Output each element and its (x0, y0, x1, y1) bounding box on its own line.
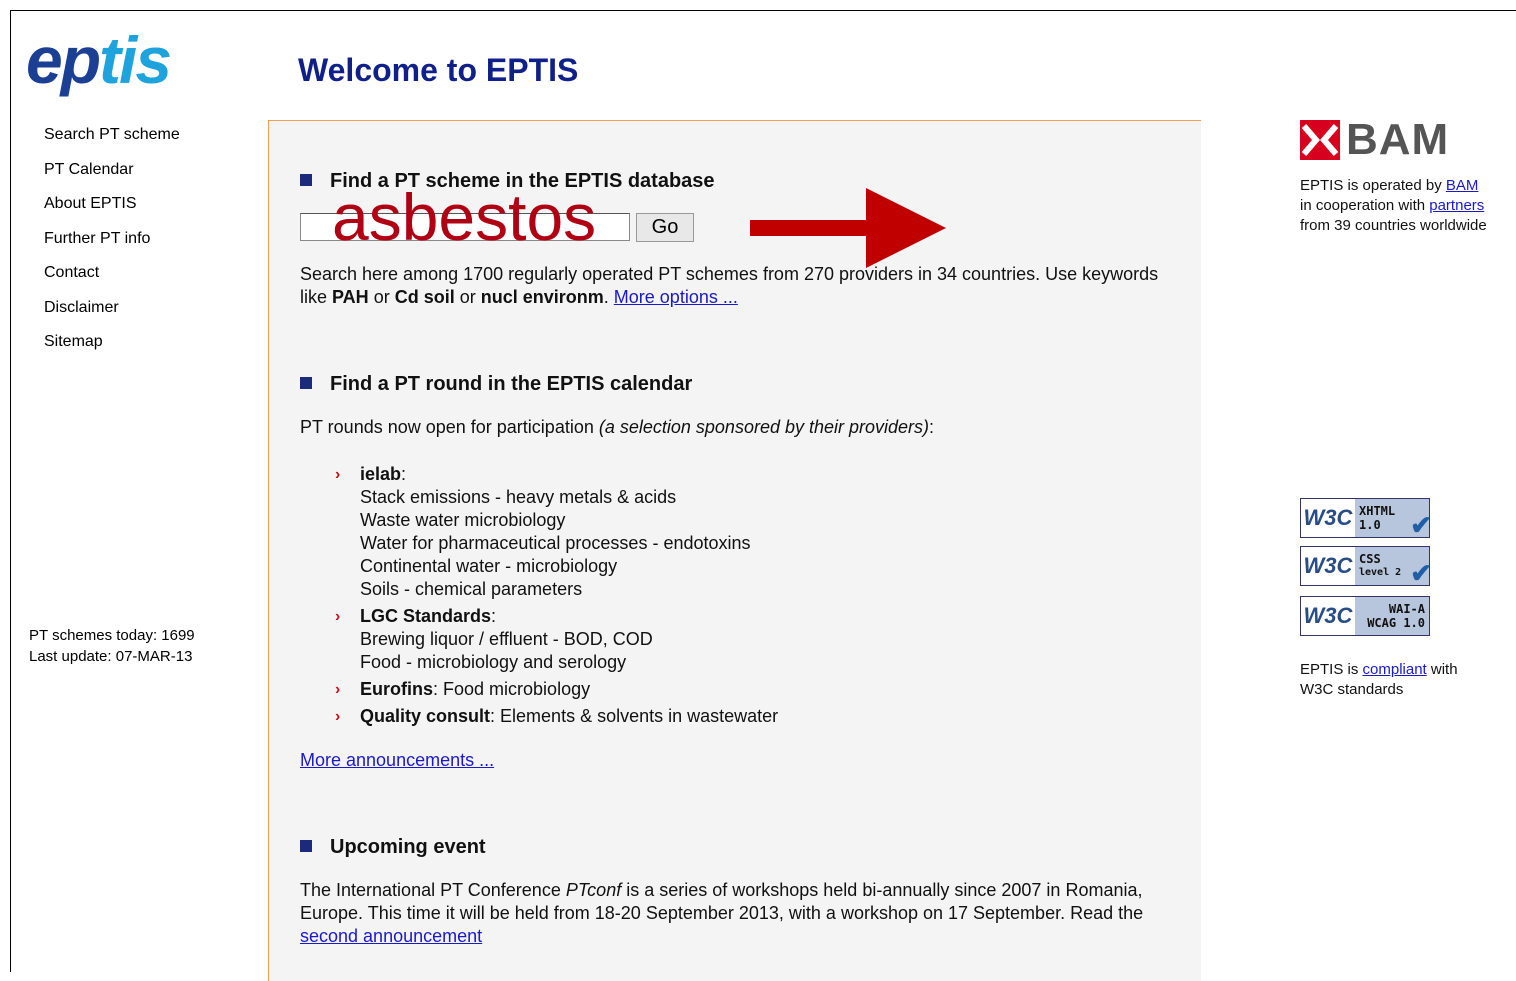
frame-top-border (10, 10, 1516, 11)
search-heading: Find a PT scheme in the EPTIS database (300, 170, 715, 193)
stats-box: PT schemes today: 1699 Last update: 07-M… (29, 625, 195, 667)
checkmark-icon: ✔ (1410, 510, 1432, 540)
chevron-right-icon: › (335, 608, 341, 625)
w3c-wcag-badge[interactable]: W3C WAI-A WCAG 1.0 (1300, 594, 1432, 638)
bam-cross-icon (1300, 120, 1340, 160)
square-bullet-icon (300, 174, 312, 186)
nav-pt-calendar[interactable]: PT Calendar (44, 159, 180, 194)
eptis-logo[interactable]: eptis (26, 20, 172, 100)
w3c-css-badge[interactable]: W3C CSS level 2 ✔ (1300, 544, 1432, 588)
bam-link[interactable]: BAM (1446, 177, 1479, 194)
second-announcement-link[interactable]: second announcement (300, 926, 482, 946)
partners-link[interactable]: partners (1429, 197, 1484, 214)
nav-search-pt-scheme[interactable]: Search PT scheme (44, 124, 180, 159)
pt-rounds-list: › ielab: Stack emissions - heavy metals … (335, 463, 778, 732)
operated-by-text: EPTIS is operated by BAM in cooperation … (1300, 177, 1487, 234)
search-description: Search here among 1700 regularly operate… (300, 264, 1159, 307)
schemes-count: PT schemes today: 1699 (29, 627, 195, 644)
list-item: › Quality consult: Elements & solvents i… (335, 706, 779, 726)
provider-name[interactable]: Eurofins (360, 679, 433, 699)
list-item: › ielab: Stack emissions - heavy metals … (335, 463, 778, 601)
provider-name[interactable]: Quality consult (360, 706, 490, 726)
chevron-right-icon: › (335, 466, 341, 483)
nav-contact[interactable]: Contact (44, 262, 180, 297)
round-item[interactable]: Soils - chemical parameters (360, 578, 778, 601)
round-item[interactable]: Food - microbiology and serology (360, 651, 778, 674)
page-title: Welcome to EPTIS (298, 52, 579, 88)
square-bullet-icon (300, 377, 312, 389)
nav-about-eptis[interactable]: About EPTIS (44, 193, 180, 228)
chevron-right-icon: › (335, 708, 341, 725)
more-options-link[interactable]: More options ... (614, 287, 738, 307)
bam-logo[interactable]: BAM (1300, 118, 1449, 162)
go-button[interactable]: Go (636, 213, 694, 242)
provider-name[interactable]: ielab (360, 464, 401, 484)
compliant-link[interactable]: compliant (1363, 661, 1427, 678)
event-description: The International PT Conference PTconf i… (300, 880, 1144, 946)
round-item[interactable]: Water for pharmaceutical processes - end… (360, 532, 778, 555)
frame-left-border (10, 10, 11, 972)
nav-sitemap[interactable]: Sitemap (44, 331, 180, 366)
red-arrow-icon (750, 188, 946, 268)
square-bullet-icon (300, 840, 312, 852)
more-announcements-row: More announcements ... (300, 749, 494, 772)
search-input[interactable] (300, 213, 630, 241)
round-item[interactable]: Continental water - microbiology (360, 555, 778, 578)
w3c-xhtml-badge[interactable]: W3C XHTML 1.0 ✔ (1300, 496, 1432, 540)
checkmark-icon: ✔ (1410, 558, 1432, 588)
round-item[interactable]: Stack emissions - heavy metals & acids (360, 486, 778, 509)
last-update: Last update: 07-MAR-13 (29, 648, 193, 665)
round-item[interactable]: Waste water microbiology (360, 509, 778, 532)
calendar-heading: Find a PT round in the EPTIS calendar (300, 373, 692, 396)
calendar-intro: PT rounds now open for participation (a … (300, 417, 935, 437)
round-item[interactable]: Brewing liquor / effluent - BOD, COD (360, 628, 778, 651)
nav-disclaimer[interactable]: Disclaimer (44, 297, 180, 332)
more-announcements-link[interactable]: More announcements ... (300, 750, 494, 770)
list-item: › Eurofins: Food microbiology (335, 679, 591, 699)
list-item: › LGC Standards: Brewing liquor / efflue… (335, 605, 778, 674)
nav-further-pt-info[interactable]: Further PT info (44, 228, 180, 263)
compliant-text: EPTIS is compliant with W3C standards (1300, 661, 1458, 698)
left-nav: Search PT scheme PT Calendar About EPTIS… (44, 124, 180, 366)
event-heading: Upcoming event (300, 836, 486, 859)
provider-name[interactable]: LGC Standards (360, 606, 491, 626)
chevron-right-icon: › (335, 681, 341, 698)
